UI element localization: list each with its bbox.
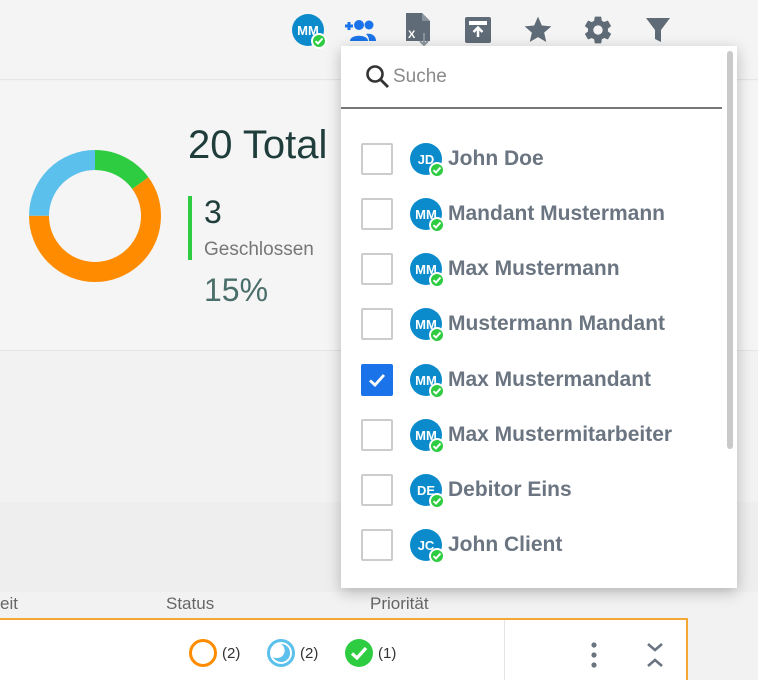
checkbox[interactable]	[361, 474, 393, 506]
list-item-label: Mustermann Mandant	[448, 312, 666, 335]
gear-icon	[585, 16, 611, 44]
checkbox[interactable]	[361, 419, 393, 451]
checkmark-icon	[369, 374, 386, 387]
list-item-label: Mandant Mustermann	[448, 202, 666, 225]
filter-icon	[646, 18, 670, 42]
verified-check-icon	[429, 272, 445, 288]
list-item[interactable]: JC John Client	[361, 524, 721, 566]
expand-collapse-icon[interactable]	[644, 640, 666, 670]
list-item[interactable]: MM Max Mustermann	[361, 248, 721, 290]
closed-label: Geschlossen	[204, 239, 314, 260]
status-open: (2)	[188, 638, 240, 668]
status-in-progress: (2)	[266, 638, 318, 668]
column-header-time[interactable]: eit	[0, 594, 18, 614]
list-item-label: Debitor Eins	[448, 478, 572, 501]
excel-export-icon: X	[406, 13, 430, 47]
status-open-count: (2)	[222, 644, 241, 662]
list-item[interactable]: MM Max Mustermitarbeiter	[361, 414, 721, 456]
checkbox[interactable]	[361, 364, 393, 396]
checkbox[interactable]	[361, 529, 393, 561]
verified-check-icon	[311, 33, 327, 49]
avatar: MM	[410, 253, 445, 288]
verified-check-icon	[429, 217, 445, 233]
scrollbar[interactable]	[727, 51, 733, 449]
closed-percent: 15%	[204, 272, 269, 308]
verified-check-icon	[429, 548, 445, 564]
excel-export-button[interactable]: X	[398, 10, 438, 50]
search-icon	[363, 62, 393, 92]
verified-check-icon	[429, 162, 445, 178]
checkbox[interactable]	[361, 253, 393, 285]
settings-button[interactable]	[578, 10, 618, 50]
list-item[interactable]: JD John Doe	[361, 138, 721, 180]
total-count: 20 Total	[188, 123, 328, 167]
avatar: MM	[410, 308, 445, 343]
open-circle-icon	[189, 639, 217, 667]
status-closed-count: (1)	[378, 644, 397, 662]
status-donut-chart	[29, 150, 161, 282]
checkbox[interactable]	[361, 143, 393, 175]
avatar: MM	[410, 364, 445, 399]
verified-check-icon	[429, 383, 445, 399]
list-item-label: John Client	[448, 533, 563, 556]
avatar: DE	[410, 474, 445, 509]
list-item[interactable]: MM Mustermann Mandant	[361, 303, 721, 345]
list-item-label: Max Mustermandant	[448, 368, 652, 391]
verified-check-icon	[429, 327, 445, 343]
list-item-label: Max Mustermitarbeiter	[448, 423, 673, 446]
svg-text:X: X	[408, 29, 416, 41]
list-item[interactable]: MM Max Mustermandant	[361, 359, 721, 401]
column-header-status[interactable]: Status	[166, 594, 214, 614]
checkbox[interactable]	[361, 198, 393, 230]
favorites-button[interactable]	[518, 10, 558, 50]
avatar: JC	[410, 529, 445, 564]
avatar: MM	[410, 419, 445, 454]
column-header-priority[interactable]: Priorität	[370, 594, 429, 614]
list-item[interactable]: MM Mandant Mustermann	[361, 193, 721, 235]
star-icon	[524, 16, 552, 42]
status-in-progress-count: (2)	[300, 644, 319, 662]
search-input[interactable]	[393, 65, 693, 88]
search-bar	[341, 46, 722, 109]
verified-check-icon	[429, 438, 445, 454]
user-filter-dropdown: JDJohn DoeMMMandant MustermannMMMax Must…	[341, 46, 737, 588]
list-item[interactable]: DE Debitor Eins	[361, 469, 721, 511]
list-item-label: Max Mustermann	[448, 257, 620, 280]
table-row[interactable]: (2) (2) (1)	[0, 618, 688, 680]
in-progress-circle-icon	[267, 639, 295, 667]
checkbox[interactable]	[361, 308, 393, 340]
archive-upload-icon	[465, 17, 491, 43]
avatar: JD	[410, 143, 445, 178]
filter-button[interactable]	[638, 10, 678, 50]
avatar: MM	[292, 14, 327, 49]
closed-count: 3	[204, 194, 222, 230]
closed-indicator-bar	[188, 196, 192, 260]
status-closed: (1)	[344, 638, 396, 668]
list-item-label: John Doe	[448, 147, 544, 170]
add-users-icon	[345, 20, 376, 41]
add-users-button[interactable]	[338, 10, 378, 50]
row-divider	[504, 620, 505, 680]
closed-check-icon	[345, 639, 373, 667]
more-options-icon[interactable]	[588, 640, 600, 670]
archive-upload-button[interactable]	[458, 10, 498, 50]
verified-check-icon	[429, 493, 445, 509]
avatar: MM	[410, 198, 445, 233]
user-avatar-button[interactable]: MM	[288, 10, 328, 50]
